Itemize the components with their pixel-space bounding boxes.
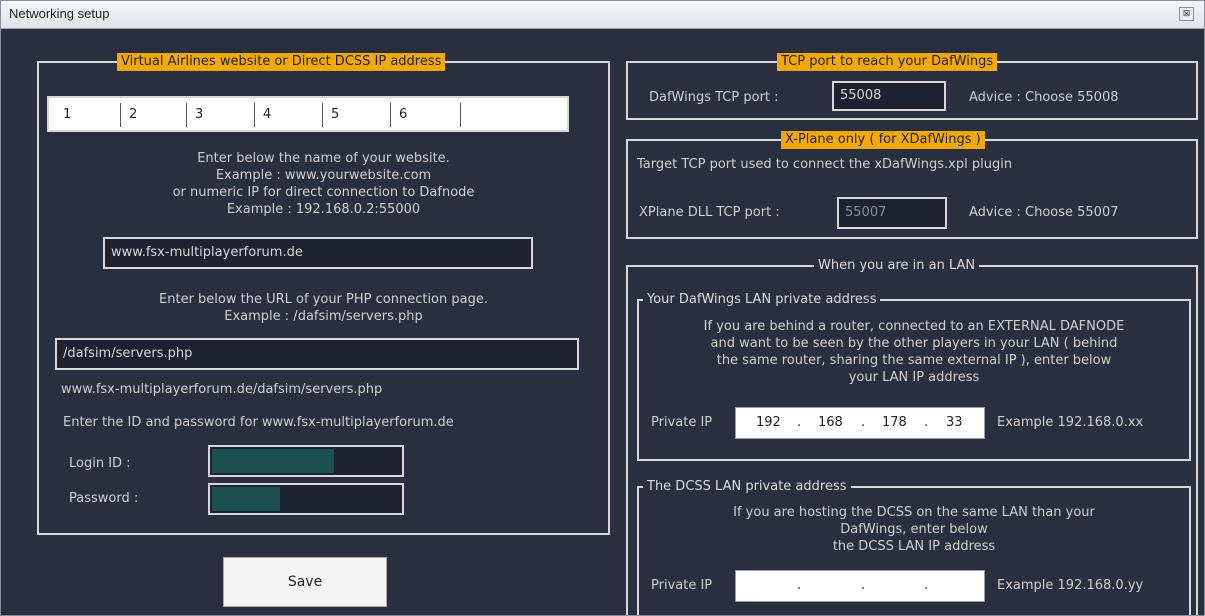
close-icon[interactable]: ⊠	[1179, 7, 1194, 21]
ip-dot: .	[861, 578, 866, 593]
dafwings-ip-example: Example 192.168.0.xx	[997, 415, 1144, 430]
full-url-text: www.fsx-multiplayerforum.de/dafsim/serve…	[61, 382, 383, 397]
password-label: Password :	[69, 491, 139, 506]
networking-setup-window: Networking setup ⊠ Virtual Airlines webs…	[0, 0, 1205, 616]
website-instruction-line: Example : 192.168.0.2:55000	[226, 202, 421, 217]
website-group-legend: Virtual Airlines website or Direct DCSS …	[117, 53, 446, 71]
dcss-lan-line: If you are hosting the DCSS on the same …	[733, 505, 1095, 520]
website-input[interactable]: www.fsx-multiplayerforum.de	[103, 237, 533, 269]
url-instructions: Enter below the URL of your PHP connecti…	[37, 291, 610, 325]
xplane-legend: X-Plane only ( for XDafWings )	[781, 131, 985, 149]
url-input[interactable]: /dafsim/servers.php	[55, 338, 579, 370]
ip-dot: .	[797, 415, 802, 430]
ip-dot: .	[861, 415, 866, 430]
dafwings-lan-text: If you are behind a router, connected to…	[637, 318, 1191, 386]
password-input[interactable]	[208, 483, 404, 515]
tab-6[interactable]: 6	[391, 103, 461, 127]
url-instruction-line: Example : /dafsim/servers.php	[224, 309, 423, 324]
dcss-private-ip-input[interactable]: . . .	[735, 570, 985, 602]
dcss-private-ip-label: Private IP	[651, 578, 713, 593]
ip-dot: .	[797, 578, 802, 593]
xplane-port-input[interactable]: 55007	[837, 197, 947, 229]
dafwings-private-ip-input[interactable]: 192 . 168 . 178 . 33	[735, 407, 985, 439]
tab-2[interactable]: 2	[121, 103, 187, 127]
save-button[interactable]: Save	[223, 557, 387, 607]
ip-dot: .	[924, 578, 929, 593]
tcp-port-advice: Advice : Choose 55008	[969, 90, 1119, 105]
tcp-port-label: DafWings TCP port :	[649, 90, 779, 105]
server-tabs: 1 2 3 4 5 6	[47, 96, 569, 132]
login-label: Login ID :	[69, 456, 131, 471]
dcss-ip-example: Example 192.168.0.yy	[997, 578, 1144, 593]
login-id-fill	[212, 449, 334, 473]
dcss-lan-line: the DCSS LAN IP address	[832, 539, 996, 554]
ip-octet-4[interactable]: 33	[946, 415, 963, 430]
ip-octet-1[interactable]: 192	[756, 415, 781, 430]
dcss-lan-text: If you are hosting the DCSS on the same …	[637, 504, 1191, 555]
dcss-lan-line: DafWings, enter below	[840, 522, 988, 537]
dafwings-lan-line: your LAN IP address	[848, 370, 980, 385]
window-title: Networking setup	[9, 6, 110, 21]
xplane-port-advice: Advice : Choose 55007	[969, 205, 1119, 220]
credentials-prompt: Enter the ID and password for www.fsx-mu…	[63, 415, 454, 430]
dafwings-lan-line: If you are behind a router, connected to…	[703, 319, 1125, 334]
ip-octet-3[interactable]: 178	[882, 415, 907, 430]
dcss-lan-legend: The DCSS LAN private address	[643, 478, 851, 496]
password-fill	[212, 487, 280, 511]
dafwings-lan-line: and want to be seen by the other players…	[710, 336, 1118, 351]
xplane-port-label: XPlane DLL TCP port :	[639, 205, 780, 220]
dafwings-lan-legend: Your DafWings LAN private address	[643, 291, 881, 309]
website-instructions: Enter below the name of your website. Ex…	[37, 150, 610, 218]
tcp-port-legend: TCP port to reach your DafWings	[777, 53, 998, 71]
tcp-port-input[interactable]: 55008	[832, 81, 946, 111]
dafwings-lan-line: the same router, sharing the same extern…	[716, 353, 1112, 368]
tab-4[interactable]: 4	[255, 103, 323, 127]
title-bar: Networking setup ⊠	[1, 1, 1204, 29]
xplane-description: Target TCP port used to connect the xDaf…	[637, 157, 1013, 172]
tab-1[interactable]: 1	[55, 103, 121, 127]
website-instruction-line: or numeric IP for direct connection to D…	[172, 185, 475, 200]
website-instruction-line: Enter below the name of your website.	[197, 151, 450, 166]
lan-legend: When you are in an LAN	[814, 257, 980, 275]
login-id-input[interactable]	[208, 445, 404, 477]
tab-3[interactable]: 3	[187, 103, 255, 127]
ip-octet-2[interactable]: 168	[818, 415, 843, 430]
dafwings-private-ip-label: Private IP	[651, 415, 713, 430]
tab-5[interactable]: 5	[323, 103, 391, 127]
url-instruction-line: Enter below the URL of your PHP connecti…	[159, 292, 488, 307]
ip-dot: .	[924, 415, 929, 430]
website-instruction-line: Example : www.yourwebsite.com	[215, 168, 432, 183]
